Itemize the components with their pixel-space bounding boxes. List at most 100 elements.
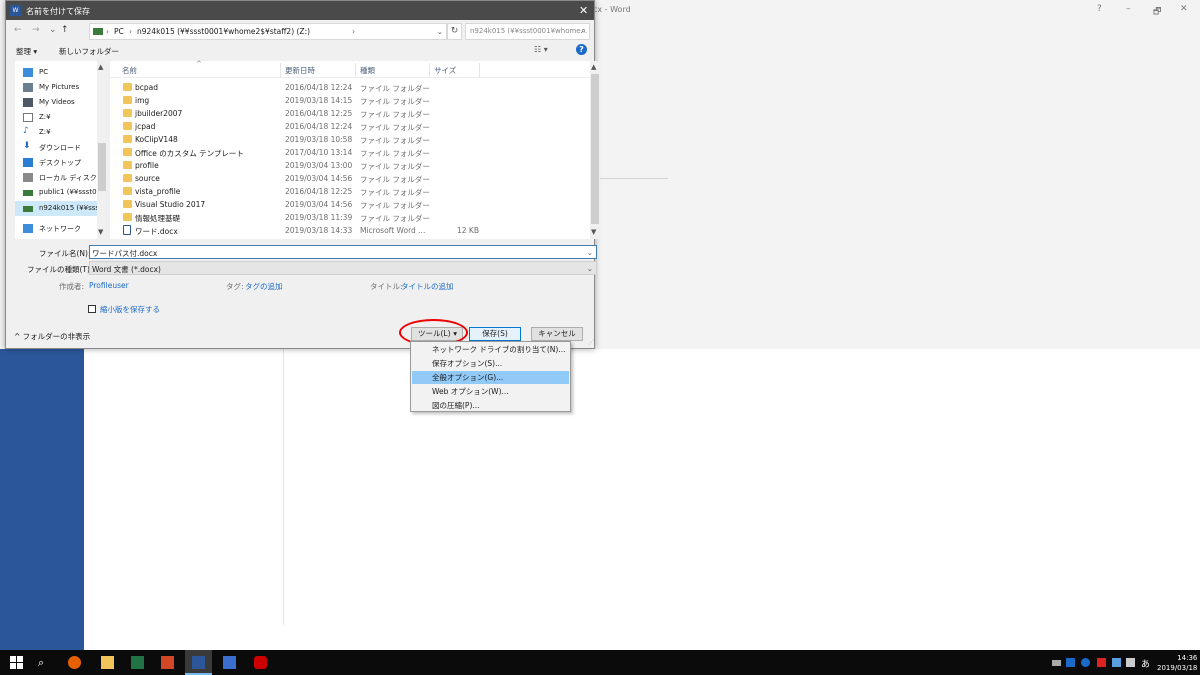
nav-item-my-pictures[interactable]: My Pictures xyxy=(15,80,97,95)
firefox-icon[interactable] xyxy=(68,656,81,669)
nav-item-music[interactable]: ♪ Z:¥ xyxy=(15,125,97,140)
word-title-fragment: cx - Word xyxy=(593,5,631,14)
folder-icon xyxy=(123,135,132,143)
title-input[interactable]: タイトルの追加 xyxy=(401,281,454,292)
defender-icon[interactable] xyxy=(1097,658,1106,667)
onedrive-icon[interactable] xyxy=(1112,658,1121,667)
scroll-up-icon[interactable]: ▲ xyxy=(98,63,103,71)
chevron-down-icon[interactable]: ⌄ xyxy=(587,248,593,257)
column-header-date[interactable]: 更新日時 xyxy=(285,65,315,76)
filename-input[interactable]: ワードパス付.docx ⌄ xyxy=(89,245,597,259)
network-icon[interactable] xyxy=(1052,660,1061,666)
file-row[interactable]: vista_profile 2016/04/18 12:25 ファイル フォルダー xyxy=(110,185,590,198)
word-help-button[interactable]: ? xyxy=(1097,4,1102,14)
scroll-thumb[interactable] xyxy=(98,143,106,191)
nav-item-documents[interactable]: Z:¥ xyxy=(15,110,97,125)
back-arrow-icon[interactable]: ← xyxy=(14,25,22,35)
scroll-down-icon[interactable]: ▼ xyxy=(591,228,596,236)
word-close-button[interactable]: ✕ xyxy=(1180,4,1188,14)
nav-item-public1[interactable]: public1 (¥¥ssst00 xyxy=(15,185,97,200)
tags-input[interactable]: タグの追加 xyxy=(245,281,283,292)
breadcrumb-pc[interactable]: PC xyxy=(114,27,124,36)
menu-item-save-options[interactable]: 保存オプション(S)... xyxy=(412,357,569,370)
hide-folders-button[interactable]: ^ フォルダーの非表示 xyxy=(14,331,90,342)
up-arrow-icon[interactable]: ↑ xyxy=(61,25,69,35)
folder-icon xyxy=(123,122,132,130)
nav-item-desktop[interactable]: デスクトップ xyxy=(15,155,97,170)
column-header-size[interactable]: サイズ xyxy=(434,65,456,76)
word-restore-button[interactable]: 🗗 xyxy=(1153,4,1161,20)
address-bar[interactable]: › PC › n924k015 (¥¥ssst0001¥whome2$¥staf… xyxy=(89,23,447,40)
tools-menu: ネットワーク ドライブの割り当て(N)... 保存オプション(S)... 全般オ… xyxy=(410,341,571,412)
chevron-down-icon[interactable]: ⌄ xyxy=(49,25,57,35)
dialog-close-button[interactable]: ✕ xyxy=(579,4,588,17)
paint-icon[interactable] xyxy=(223,656,236,669)
nav-scrollbar[interactable]: ▲ ▼ xyxy=(97,61,107,239)
file-row[interactable]: ワード.docx 2019/03/18 14:33 Microsoft Word .… xyxy=(110,224,590,237)
nav-item-n924k015[interactable]: n924k015 (¥¥ssst xyxy=(15,201,97,216)
column-header-name[interactable]: 名前 xyxy=(122,65,137,76)
file-row[interactable]: jbuilder2007 2016/04/18 12:25 ファイル フォルダー xyxy=(110,107,590,120)
filetype-value: Word 文書 (*.docx) xyxy=(92,265,161,274)
file-list-scrollbar[interactable]: ▲ ▼ xyxy=(590,61,600,239)
start-icon[interactable] xyxy=(10,656,23,669)
menu-item-map-network-drive[interactable]: ネットワーク ドライブの割り当て(N)... xyxy=(412,343,569,356)
nav-item-my-videos[interactable]: My Videos xyxy=(15,95,97,110)
game-icon[interactable] xyxy=(254,656,267,669)
nav-item-local-disk[interactable]: ローカル ディスク (C xyxy=(15,170,97,185)
nav-item-pc[interactable]: PC xyxy=(15,65,97,80)
forward-arrow-icon[interactable]: → xyxy=(32,25,40,35)
menu-item-general-options[interactable]: 全般オプション(G)... xyxy=(412,371,569,384)
file-date: 2016/04/18 12:24 xyxy=(285,83,353,92)
nav-item-downloads[interactable]: ⬇ ダウンロード xyxy=(15,140,97,155)
column-header-type[interactable]: 種類 xyxy=(360,65,375,76)
file-explorer-icon[interactable] xyxy=(101,656,114,669)
view-options-button[interactable]: ☷ ▾ xyxy=(534,45,548,54)
organize-button[interactable]: 整理 ▾ xyxy=(16,46,37,57)
search-input[interactable]: n924k015 (¥¥ssst0001¥whome... ⌕ xyxy=(465,23,590,40)
save-thumbnail-checkbox[interactable] xyxy=(88,305,96,313)
scroll-up-icon[interactable]: ▲ xyxy=(591,63,596,71)
powerpoint-icon[interactable] xyxy=(161,656,174,669)
ime-indicator[interactable]: あ xyxy=(1141,657,1150,670)
word-icon[interactable] xyxy=(192,656,205,669)
menu-item-compress-pictures[interactable]: 図の圧縮(P)... xyxy=(412,399,569,412)
speaker-icon[interactable] xyxy=(1126,658,1135,667)
author-value[interactable]: Profileuser xyxy=(89,281,129,290)
scroll-thumb[interactable] xyxy=(591,74,599,224)
file-date: 2019/03/18 14:33 xyxy=(285,226,353,235)
file-row[interactable]: img 2019/03/18 14:15 ファイル フォルダー xyxy=(110,94,590,107)
file-type: ファイル フォルダー xyxy=(360,201,430,210)
file-row[interactable]: bcpad 2016/04/18 12:24 ファイル フォルダー xyxy=(110,81,590,94)
file-row[interactable]: KoClipV148 2019/03/18 10:58 ファイル フォルダー xyxy=(110,133,590,146)
file-type: ファイル フォルダー xyxy=(360,162,430,171)
file-row[interactable]: Office のカスタム テンプレート 2017/04/10 13:14 ファイル … xyxy=(110,146,590,159)
file-row[interactable]: 情報処理基礎 2019/03/18 11:39 ファイル フォルダー xyxy=(110,211,590,224)
save-button[interactable]: 保存(S) xyxy=(469,327,521,341)
file-row[interactable]: profile 2019/03/04 13:00 ファイル フォルダー xyxy=(110,159,590,172)
nav-item-label: public1 (¥¥ssst00 xyxy=(39,188,97,196)
new-folder-button[interactable]: 新しいフォルダー xyxy=(59,46,119,57)
volume-icon[interactable] xyxy=(1066,658,1075,667)
nav-item-network[interactable]: ネットワーク xyxy=(15,221,97,236)
scroll-down-icon[interactable]: ▼ xyxy=(98,228,103,236)
file-row[interactable]: jcpad 2016/04/18 12:24 ファイル フォルダー xyxy=(110,120,590,133)
resize-grip-icon[interactable]: ⋰ xyxy=(588,339,594,346)
network-drive-icon xyxy=(23,190,33,196)
search-icon[interactable]: ⌕ xyxy=(38,656,51,669)
folder-icon xyxy=(123,213,132,221)
filetype-select[interactable]: Word 文書 (*.docx) ⌄ xyxy=(89,261,597,275)
breadcrumb-location[interactable]: n924k015 (¥¥ssst0001¥whome2$¥staff2) (Z:… xyxy=(137,27,310,36)
word-minimize-button[interactable]: – xyxy=(1126,4,1131,14)
help-icon[interactable]: ? xyxy=(576,44,587,55)
taskbar-clock[interactable]: 14:36 2019/03/18 xyxy=(1157,653,1197,673)
excel-icon[interactable] xyxy=(131,656,144,669)
file-row[interactable]: source 2019/03/04 14:56 ファイル フォルダー xyxy=(110,172,590,185)
save-thumbnail-label[interactable]: 縮小版を保存する xyxy=(100,304,160,315)
chevron-down-icon[interactable]: ⌄ xyxy=(437,27,443,36)
bluetooth-icon[interactable] xyxy=(1081,658,1090,667)
cancel-button[interactable]: キャンセル xyxy=(531,327,583,341)
file-row[interactable]: Visual Studio 2017 2019/03/04 14:56 ファイル フ… xyxy=(110,198,590,211)
menu-item-web-options[interactable]: Web オプション(W)... xyxy=(412,385,569,398)
refresh-button[interactable]: ↻ xyxy=(447,23,462,40)
